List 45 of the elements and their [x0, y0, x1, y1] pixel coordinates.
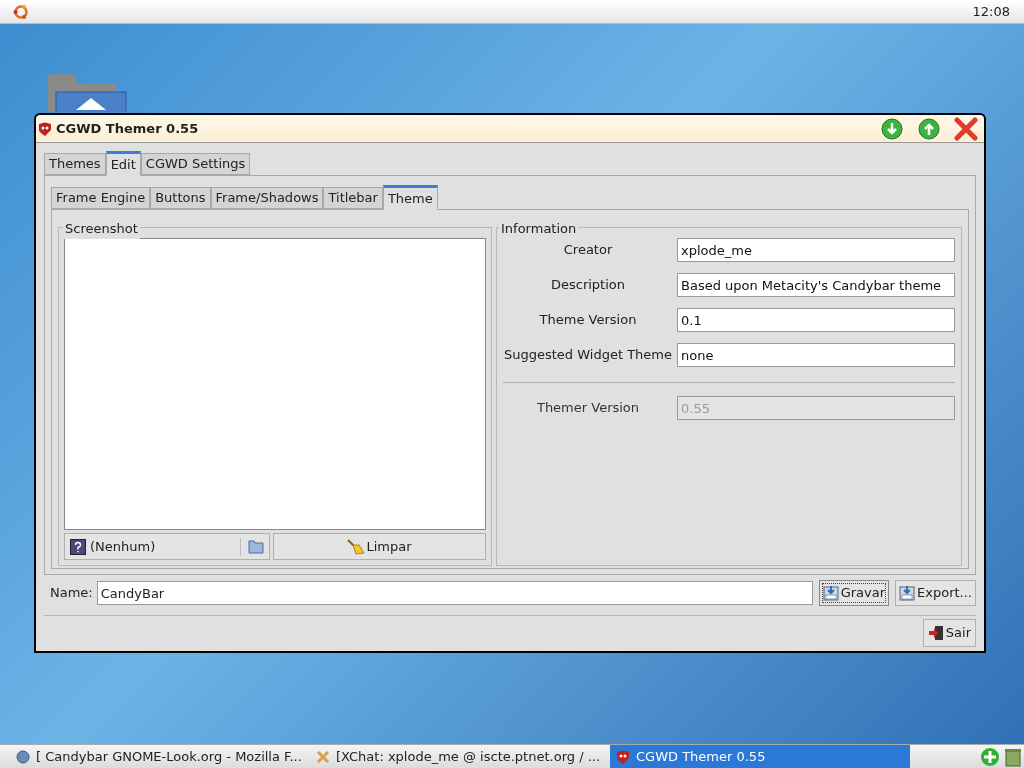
app-icon: [38, 121, 52, 136]
action-button[interactable]: Export...: [895, 580, 976, 606]
exit-door-icon: [927, 625, 944, 641]
name-field[interactable]: CandyBar: [96, 581, 813, 605]
taskbar-item[interactable]: [ Candybar GNOME-Look.org - Mozilla F...: [10, 744, 310, 768]
field-label: Description: [549, 276, 626, 295]
close-button[interactable]: [954, 116, 978, 141]
minimize-button[interactable]: [881, 117, 903, 140]
field-label: Creator: [562, 241, 614, 260]
cross-icon: [316, 749, 330, 764]
tab[interactable]: Frame/Shadows: [210, 187, 324, 209]
text-field[interactable]: Based upon Metacity's Candybar theme: [677, 273, 955, 297]
trash-icon[interactable]: [1004, 746, 1022, 767]
field-label: Themer Version: [535, 399, 641, 418]
action-button[interactable]: Gravar: [818, 580, 890, 606]
folder-icon: [248, 538, 264, 555]
window-title: CGWD Themer 0.55: [56, 119, 200, 138]
text-field[interactable]: 0.1: [677, 308, 955, 332]
floppy-icon: [899, 585, 916, 601]
text-field[interactable]: none: [677, 343, 955, 367]
maximize-button[interactable]: [918, 117, 940, 140]
question-icon: [70, 538, 86, 555]
field-label: Suggested Widget Theme: [503, 346, 673, 365]
field-label: Theme Version: [538, 311, 638, 330]
tab[interactable]: CGWD Settings: [140, 153, 251, 175]
text-field[interactable]: xplode_me: [677, 238, 955, 262]
clear-button[interactable]: Limpar: [273, 533, 486, 560]
tab[interactable]: Edit: [105, 151, 141, 176]
add-icon[interactable]: [980, 746, 1000, 767]
taskbar-item[interactable]: CGWD Themer 0.55: [610, 744, 910, 768]
tab[interactable]: Frame Engine: [51, 187, 151, 209]
taskbar-item[interactable]: [XChat: xplode_me @ iscte.ptnet.org / ...: [310, 744, 610, 768]
logo-icon[interactable]: [12, 2, 30, 21]
name-label: Name:: [50, 584, 93, 603]
tab[interactable]: Themes: [44, 153, 106, 175]
tab[interactable]: Titlebar: [323, 187, 383, 209]
app-icon: [616, 749, 630, 764]
quit-button[interactable]: Sair: [922, 619, 976, 647]
clock[interactable]: 12:08: [972, 1, 1012, 22]
file-chooser[interactable]: (Nenhum): [64, 533, 270, 560]
floppy-icon: [822, 585, 839, 601]
broom-icon: [347, 538, 366, 555]
tab[interactable]: Buttons: [150, 187, 211, 209]
file-chooser-value: (Nenhum): [90, 537, 157, 556]
tab[interactable]: Theme: [382, 185, 438, 210]
